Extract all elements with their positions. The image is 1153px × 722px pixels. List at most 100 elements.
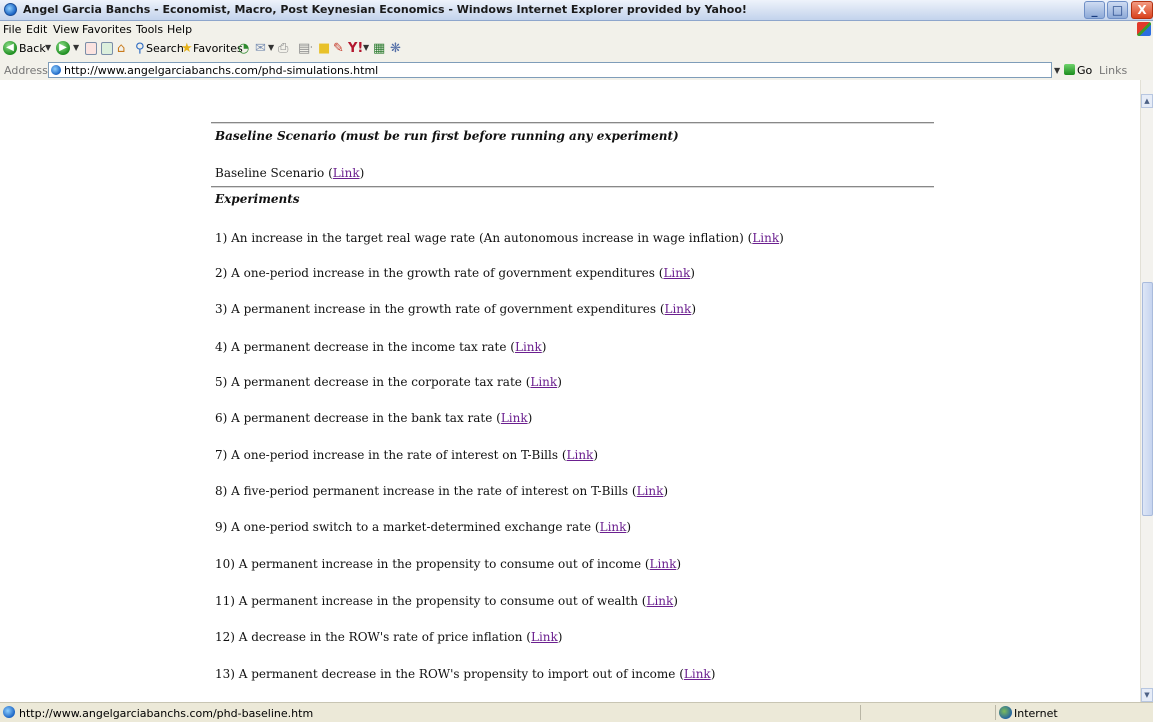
forward-arrow-icon[interactable]: ▶: [56, 41, 70, 55]
home-icon[interactable]: ⌂: [117, 41, 125, 56]
go-button[interactable]: Go: [1077, 64, 1092, 77]
back-button[interactable]: Back: [19, 42, 46, 55]
experiment-link[interactable]: Link: [637, 484, 664, 498]
search-icon[interactable]: ⚲: [135, 41, 145, 56]
experiment-text: 8) A five-period permanent increase in t…: [215, 484, 629, 498]
favorites-button[interactable]: Favorites: [193, 42, 243, 55]
highlight-icon[interactable]: ✎: [333, 41, 344, 56]
menu-view[interactable]: View: [53, 23, 79, 36]
experiment-text: 1) An increase in the target real wage r…: [215, 231, 744, 245]
toolbar: ◀ Back ▼ ▶ ▼ ⌂ ⚲ Search ★ Favorites ◔ ✉ …: [0, 38, 1153, 60]
experiment-item: 4) A permanent decrease in the income ta…: [215, 340, 547, 354]
experiment-item: 6) A permanent decrease in the bank tax …: [215, 411, 533, 425]
experiment-item: 2) A one-period increase in the growth r…: [215, 266, 695, 280]
history-icon[interactable]: ◔: [238, 41, 249, 56]
baseline-scenario-text: Baseline Scenario: [215, 166, 325, 180]
menu-bar: File Edit View Favorites Tools Help: [0, 21, 1153, 38]
experiment-item: 5) A permanent decrease in the corporate…: [215, 375, 562, 389]
menu-tools[interactable]: Tools: [136, 23, 163, 36]
experiment-item: 8) A five-period permanent increase in t…: [215, 484, 669, 498]
edit-dropdown-icon[interactable]: ·: [310, 43, 313, 52]
experiment-text: 10) A permanent increase in the propensi…: [215, 557, 642, 571]
experiment-item: 3) A permanent increase in the growth ra…: [215, 302, 696, 316]
mail-dropdown-icon[interactable]: ▼: [268, 43, 274, 52]
experiment-text: 13) A permanent decrease in the ROW's pr…: [215, 667, 676, 681]
divider: [211, 122, 934, 124]
experiment-link[interactable]: Link: [752, 231, 779, 245]
experiment-text: 11) A permanent increase in the propensi…: [215, 594, 638, 608]
address-bar: Address http://www.angelgarciabanchs.com…: [0, 60, 1153, 81]
experiment-item: 12) A decrease in the ROW's rate of pric…: [215, 630, 563, 644]
status-bar: http://www.angelgarciabanchs.com/phd-bas…: [0, 702, 1153, 722]
experiment-item: 1) An increase in the target real wage r…: [215, 231, 784, 245]
experiment-link[interactable]: Link: [650, 557, 677, 571]
address-label: Address: [4, 64, 48, 77]
experiment-text: 3) A permanent increase in the growth ra…: [215, 302, 656, 316]
experiment-link[interactable]: Link: [663, 266, 690, 280]
scrollbar-thumb[interactable]: [1142, 282, 1153, 516]
status-text: http://www.angelgarciabanchs.com/phd-bas…: [19, 707, 314, 720]
yahoo-dropdown-icon[interactable]: ▼: [363, 43, 369, 52]
experiment-item: 13) A permanent decrease in the ROW's pr…: [215, 667, 716, 681]
scroll-up-icon[interactable]: ▲: [1141, 94, 1153, 108]
notes-icon[interactable]: ■: [318, 41, 330, 56]
scroll-down-icon[interactable]: ▼: [1141, 688, 1153, 702]
page-top-margin: [0, 80, 1140, 94]
page-icon: [51, 65, 61, 75]
security-zone-label: Internet: [1014, 707, 1058, 720]
refresh-icon[interactable]: [101, 42, 113, 55]
experiment-text: 9) A one-period switch to a market-deter…: [215, 520, 592, 534]
experiment-text: 4) A permanent decrease in the income ta…: [215, 340, 507, 354]
messenger-icon[interactable]: ❋: [390, 41, 401, 56]
experiment-link[interactable]: Link: [531, 630, 558, 644]
maximize-button[interactable]: □: [1107, 1, 1128, 19]
back-arrow-icon[interactable]: ◀: [3, 41, 17, 55]
go-arrow-icon[interactable]: [1064, 64, 1075, 75]
experiment-item: 11) A permanent increase in the propensi…: [215, 594, 678, 608]
experiment-link[interactable]: Link: [515, 340, 542, 354]
print-icon[interactable]: ⎙: [278, 41, 288, 56]
vertical-scrollbar[interactable]: ▲ ▼: [1140, 80, 1153, 702]
ie-app-icon[interactable]: [4, 3, 17, 16]
experiment-link[interactable]: Link: [501, 411, 528, 425]
experiment-link[interactable]: Link: [665, 302, 692, 316]
edit-icon[interactable]: ▤: [298, 41, 310, 56]
stop-icon[interactable]: [85, 42, 97, 55]
menu-file[interactable]: File: [3, 23, 21, 36]
experiment-item: 9) A one-period switch to a market-deter…: [215, 520, 632, 534]
experiments-heading: Experiments: [215, 192, 300, 206]
baseline-link[interactable]: Link: [333, 166, 360, 180]
menu-help[interactable]: Help: [167, 23, 192, 36]
experiment-link[interactable]: Link: [600, 520, 627, 534]
experiment-link[interactable]: Link: [646, 594, 673, 608]
experiment-link[interactable]: Link: [684, 667, 711, 681]
status-divider: [860, 705, 861, 720]
experiment-item: 7) A one-period increase in the rate of …: [215, 448, 599, 462]
links-toolbar[interactable]: Links: [1099, 64, 1127, 77]
address-input[interactable]: http://www.angelgarciabanchs.com/phd-sim…: [48, 62, 1052, 78]
experiment-link[interactable]: Link: [530, 375, 557, 389]
favorites-star-icon[interactable]: ★: [181, 41, 193, 56]
yahoo-toolbar-icon[interactable]: Y!: [348, 41, 363, 56]
address-dropdown-icon[interactable]: ▼: [1054, 66, 1060, 75]
experiment-link[interactable]: Link: [567, 448, 594, 462]
menu-favorites[interactable]: Favorites: [82, 23, 132, 36]
experiment-text: 2) A one-period increase in the growth r…: [215, 266, 655, 280]
menu-edit[interactable]: Edit: [26, 23, 47, 36]
minimize-button[interactable]: _: [1084, 1, 1105, 19]
mail-icon[interactable]: ✉: [255, 41, 266, 56]
experiment-item: 10) A permanent increase in the propensi…: [215, 557, 682, 571]
experiment-text: 5) A permanent decrease in the corporate…: [215, 375, 522, 389]
close-button[interactable]: X: [1131, 1, 1153, 19]
internet-zone-icon: [999, 706, 1012, 719]
back-dropdown-icon[interactable]: ▼: [45, 43, 51, 52]
search-button[interactable]: Search: [146, 42, 184, 55]
status-page-icon: [3, 706, 15, 718]
experiment-text: 7) A one-period increase in the rate of …: [215, 448, 559, 462]
divider: [211, 186, 934, 188]
address-url[interactable]: http://www.angelgarciabanchs.com/phd-sim…: [64, 64, 378, 77]
baseline-scenario-line: Baseline Scenario (Link): [215, 166, 365, 180]
forward-dropdown-icon[interactable]: ▼: [73, 43, 79, 52]
experiment-text: 6) A permanent decrease in the bank tax …: [215, 411, 493, 425]
research-icon[interactable]: ▦: [373, 41, 385, 56]
